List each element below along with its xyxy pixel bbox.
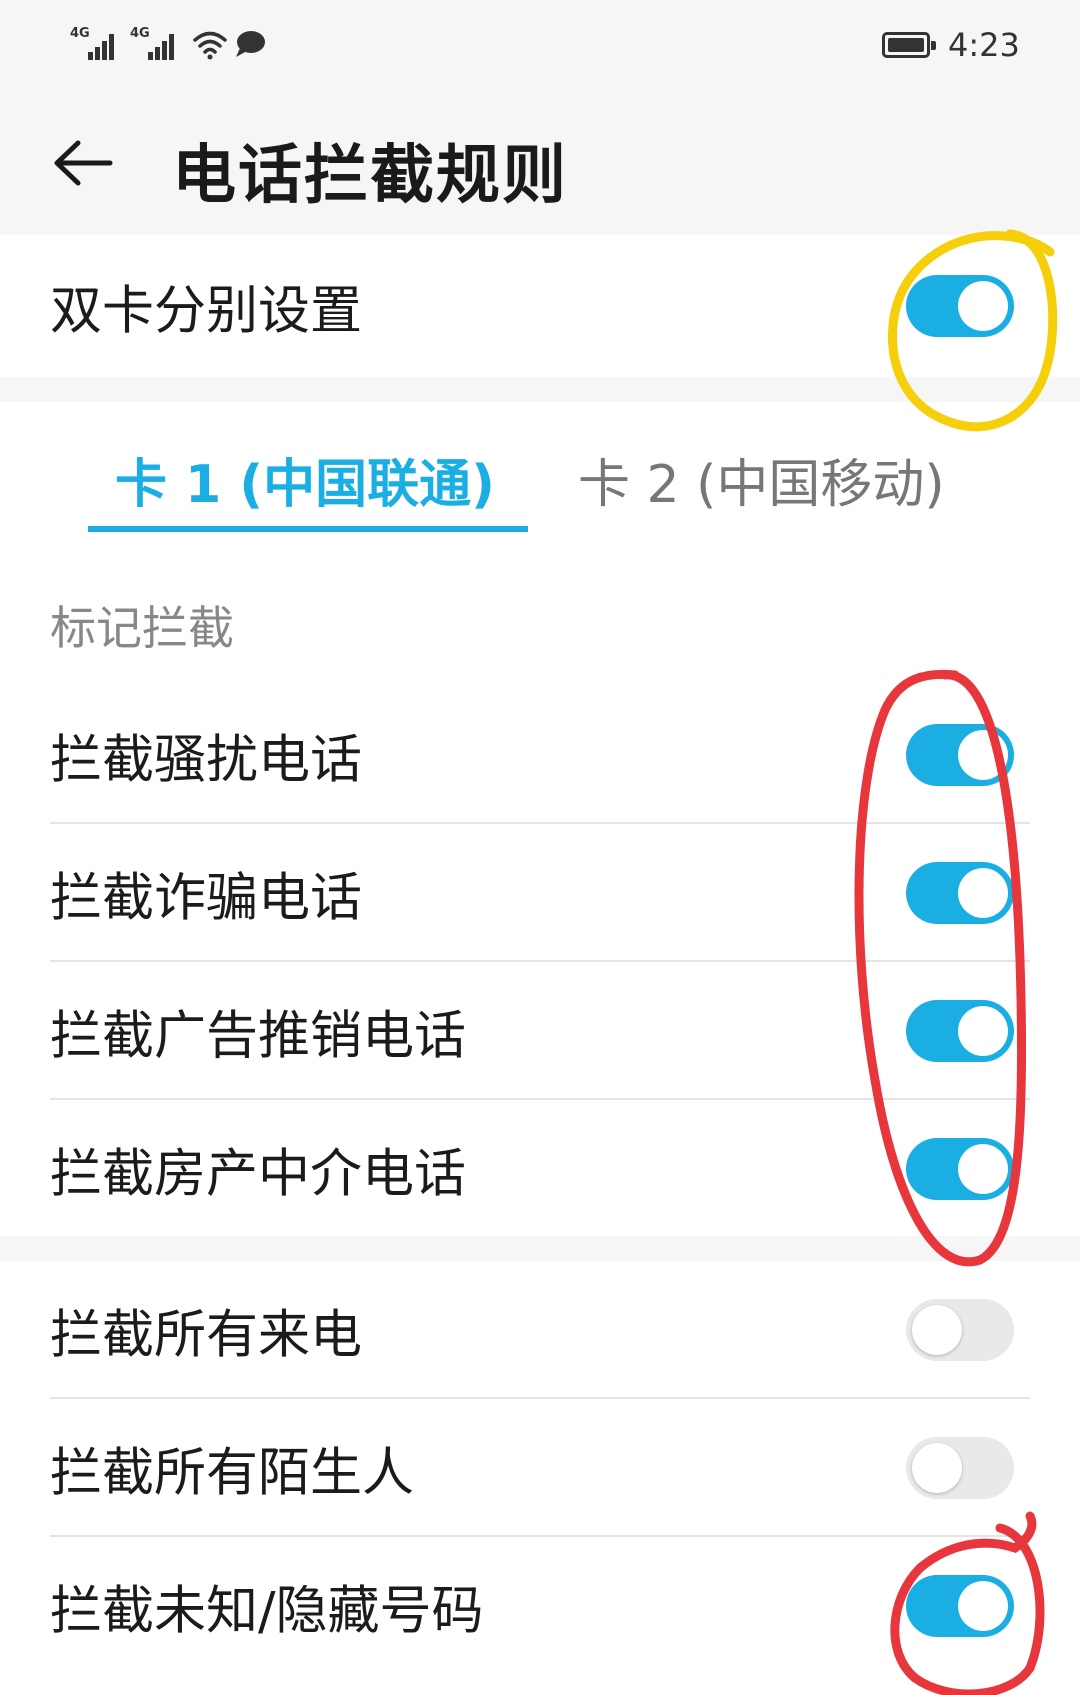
switch-knob: [958, 868, 1008, 918]
block-fraud-row[interactable]: 拦截诈骗电话: [0, 824, 1080, 962]
dual-sim-switch[interactable]: [906, 275, 1014, 337]
status-bar: 4G 4G 4:23: [0, 0, 1080, 90]
dual-sim-row[interactable]: 双卡分别设置: [0, 235, 1080, 377]
block-realestate-switch[interactable]: [906, 1138, 1014, 1200]
block-ads-switch[interactable]: [906, 1000, 1014, 1062]
switch-knob: [958, 281, 1008, 331]
block-strangers-switch[interactable]: [906, 1437, 1014, 1499]
block-fraud-label: 拦截诈骗电话: [50, 868, 363, 929]
block-all-calls-row[interactable]: 拦截所有来电: [0, 1261, 1080, 1399]
wifi-icon: [193, 31, 227, 60]
block-all-calls-switch[interactable]: [906, 1299, 1014, 1361]
tab-indicator: [88, 526, 528, 532]
switch-knob: [912, 1305, 962, 1355]
block-hidden-numbers-label: 拦截未知/隐藏号码: [50, 1581, 484, 1642]
sim1-signal-icon: [84, 30, 118, 60]
block-strangers-label: 拦截所有陌生人: [50, 1443, 415, 1504]
switch-knob: [958, 1581, 1008, 1631]
switch-knob: [958, 1006, 1008, 1056]
section-title-mark: 标记拦截: [50, 601, 234, 655]
block-harassment-label: 拦截骚扰电话: [50, 730, 363, 791]
block-fraud-switch[interactable]: [906, 862, 1014, 924]
block-all-calls-label: 拦截所有来电: [50, 1305, 363, 1366]
switch-knob: [912, 1443, 962, 1493]
block-realestate-row[interactable]: 拦截房产中介电话: [0, 1100, 1080, 1238]
page-title: 电话拦截规则: [172, 139, 568, 213]
block-realestate-label: 拦截房产中介电话: [50, 1144, 467, 1205]
block-hidden-numbers-switch[interactable]: [906, 1575, 1014, 1637]
block-harassment-switch[interactable]: [906, 724, 1014, 786]
tab-card2[interactable]: 卡 2 (中国移动): [578, 442, 945, 517]
other-blocking-card: 拦截所有来电 拦截所有陌生人 拦截未知/隐藏号码: [0, 1261, 1080, 1695]
status-time: 4:23: [948, 26, 1020, 64]
card1-settings-card: 卡 1 (中国联通) 卡 2 (中国移动) 标记拦截 拦截骚扰电话 拦截诈骗电话…: [0, 402, 1080, 1236]
switch-knob: [958, 1144, 1008, 1194]
block-ads-row[interactable]: 拦截广告推销电话: [0, 962, 1080, 1100]
back-arrow-icon[interactable]: [52, 138, 114, 188]
switch-knob: [958, 730, 1008, 780]
battery-icon: [882, 32, 936, 58]
dual-sim-label: 双卡分别设置: [50, 281, 363, 342]
dual-sim-card: 双卡分别设置: [0, 235, 1080, 377]
block-harassment-row[interactable]: 拦截骚扰电话: [0, 686, 1080, 824]
tab-card1[interactable]: 卡 1 (中国联通): [115, 442, 495, 517]
sim2-signal-icon: [144, 30, 178, 60]
block-strangers-row[interactable]: 拦截所有陌生人: [0, 1399, 1080, 1537]
block-ads-label: 拦截广告推销电话: [50, 1006, 467, 1067]
message-icon: [236, 31, 265, 57]
app-header: 电话拦截规则: [0, 90, 1080, 232]
block-hidden-numbers-row[interactable]: 拦截未知/隐藏号码: [0, 1537, 1080, 1675]
